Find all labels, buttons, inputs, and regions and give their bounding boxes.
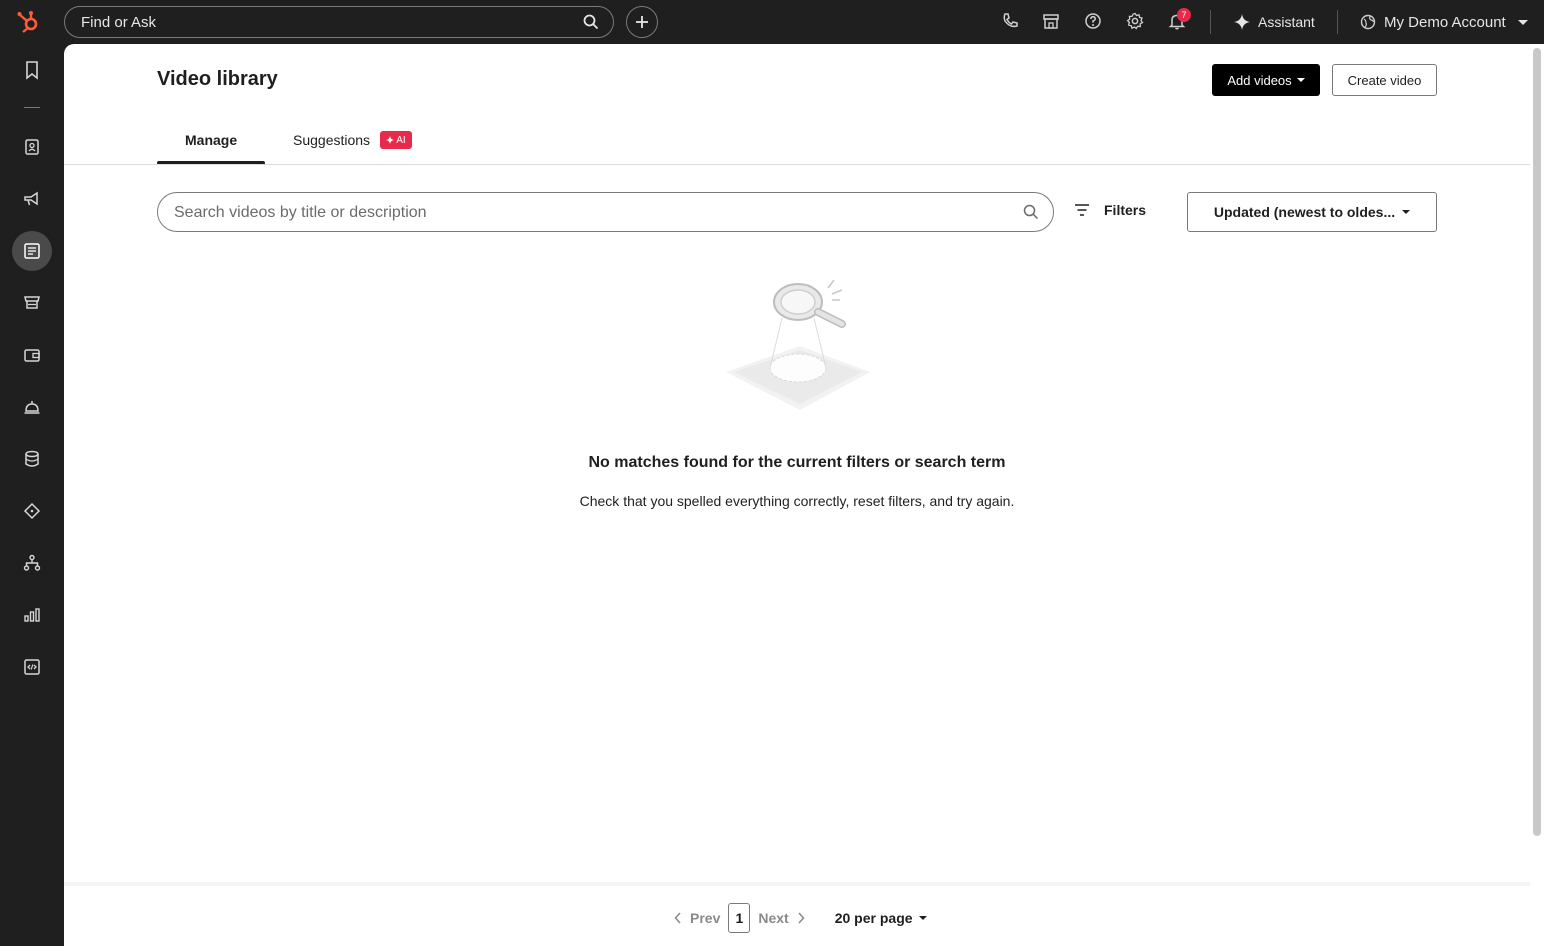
- marketing-megaphone-icon[interactable]: [22, 189, 42, 209]
- commerce-icon[interactable]: [22, 293, 42, 313]
- account-globe-icon: [1360, 14, 1376, 30]
- automation-icon[interactable]: [22, 501, 42, 521]
- left-nav-sidebar: [0, 44, 64, 946]
- footer-divider: [64, 882, 1530, 886]
- account-name: My Demo Account: [1384, 13, 1506, 31]
- per-page-label: 20 per page: [834, 910, 913, 926]
- empty-state-title: No matches found for the current filters…: [588, 454, 1006, 471]
- create-new-button[interactable]: [626, 6, 658, 38]
- chevron-left-icon: [674, 912, 681, 924]
- assistant-label: Assistant: [1258, 14, 1315, 30]
- empty-state-illustration: [720, 276, 880, 416]
- add-videos-button[interactable]: Add videos: [1212, 64, 1320, 96]
- add-videos-label: Add videos: [1227, 72, 1292, 88]
- vertical-scrollbar[interactable]: [1533, 48, 1541, 836]
- data-icon[interactable]: [22, 449, 42, 469]
- page-number-button[interactable]: 1: [728, 903, 751, 933]
- contacts-icon[interactable]: [22, 137, 42, 157]
- chevron-down-icon: [1402, 210, 1411, 214]
- filters-button[interactable]: Filters: [1074, 202, 1146, 218]
- developer-icon[interactable]: [22, 657, 42, 677]
- content-icon[interactable]: [22, 241, 42, 261]
- bookmark-icon[interactable]: [22, 60, 42, 80]
- hubspot-logo-icon[interactable]: [16, 9, 42, 35]
- prev-label: Prev: [690, 910, 721, 926]
- wallet-icon[interactable]: [22, 345, 42, 365]
- next-label: Next: [758, 910, 789, 926]
- ai-badge-label: AI: [396, 134, 406, 146]
- sort-dropdown[interactable]: Updated (newest to oldes...: [1187, 192, 1437, 232]
- global-search-input[interactable]: Find or Ask: [64, 6, 614, 38]
- empty-state-subtitle: Check that you spelled everything correc…: [579, 493, 1015, 509]
- search-icon[interactable]: [1023, 204, 1039, 225]
- ai-badge: AI: [380, 131, 412, 149]
- reports-icon[interactable]: [22, 605, 42, 625]
- notification-count-badge: 7: [1177, 8, 1191, 22]
- create-video-button[interactable]: Create video: [1332, 64, 1437, 96]
- create-video-label: Create video: [1347, 72, 1422, 88]
- sort-selected-value: Updated (newest to oldes...: [1213, 204, 1396, 220]
- sidebar-divider: [24, 107, 40, 108]
- chevron-right-icon: [798, 912, 805, 924]
- workflows-icon[interactable]: [22, 553, 42, 573]
- account-menu[interactable]: My Demo Account: [1360, 12, 1528, 32]
- filters-label: Filters: [1104, 202, 1147, 218]
- sparkle-icon: [1234, 14, 1250, 30]
- search-icon[interactable]: [583, 14, 599, 35]
- main-content-panel: Video library Add videos Create video Ma…: [64, 44, 1544, 946]
- chevron-down-icon: [1517, 19, 1528, 25]
- service-bell-icon[interactable]: [22, 397, 42, 417]
- marketplace-icon[interactable]: [1042, 12, 1062, 32]
- global-search-placeholder: Find or Ask: [81, 14, 157, 31]
- tab-suggestions[interactable]: Suggestions: [293, 132, 370, 148]
- assistant-button[interactable]: Assistant: [1234, 12, 1315, 32]
- divider: [1210, 10, 1211, 34]
- top-bar: Find or Ask 7 Assistant My Demo Account: [0, 0, 1544, 44]
- sparkle-icon: [386, 136, 395, 144]
- video-search-placeholder: Search videos by title or description: [174, 204, 427, 221]
- tab-manage[interactable]: Manage: [185, 132, 237, 148]
- tabs-divider: [64, 164, 1530, 165]
- plus-icon: [636, 16, 648, 28]
- page-title: Video library: [157, 68, 278, 90]
- filter-lines-icon: [1075, 204, 1089, 216]
- chevron-down-icon: [918, 916, 927, 920]
- divider: [1337, 10, 1338, 34]
- per-page-dropdown[interactable]: 20 per page: [835, 910, 927, 926]
- pagination: Prev 1 Next 20 per page: [674, 903, 927, 933]
- chevron-down-icon: [1296, 78, 1305, 82]
- phone-icon[interactable]: [1001, 12, 1021, 32]
- settings-gear-icon[interactable]: [1126, 12, 1146, 32]
- next-page-button[interactable]: Next: [758, 910, 805, 926]
- help-icon[interactable]: [1084, 12, 1104, 32]
- prev-page-button[interactable]: Prev: [674, 910, 720, 926]
- video-search-input[interactable]: Search videos by title or description: [157, 192, 1054, 232]
